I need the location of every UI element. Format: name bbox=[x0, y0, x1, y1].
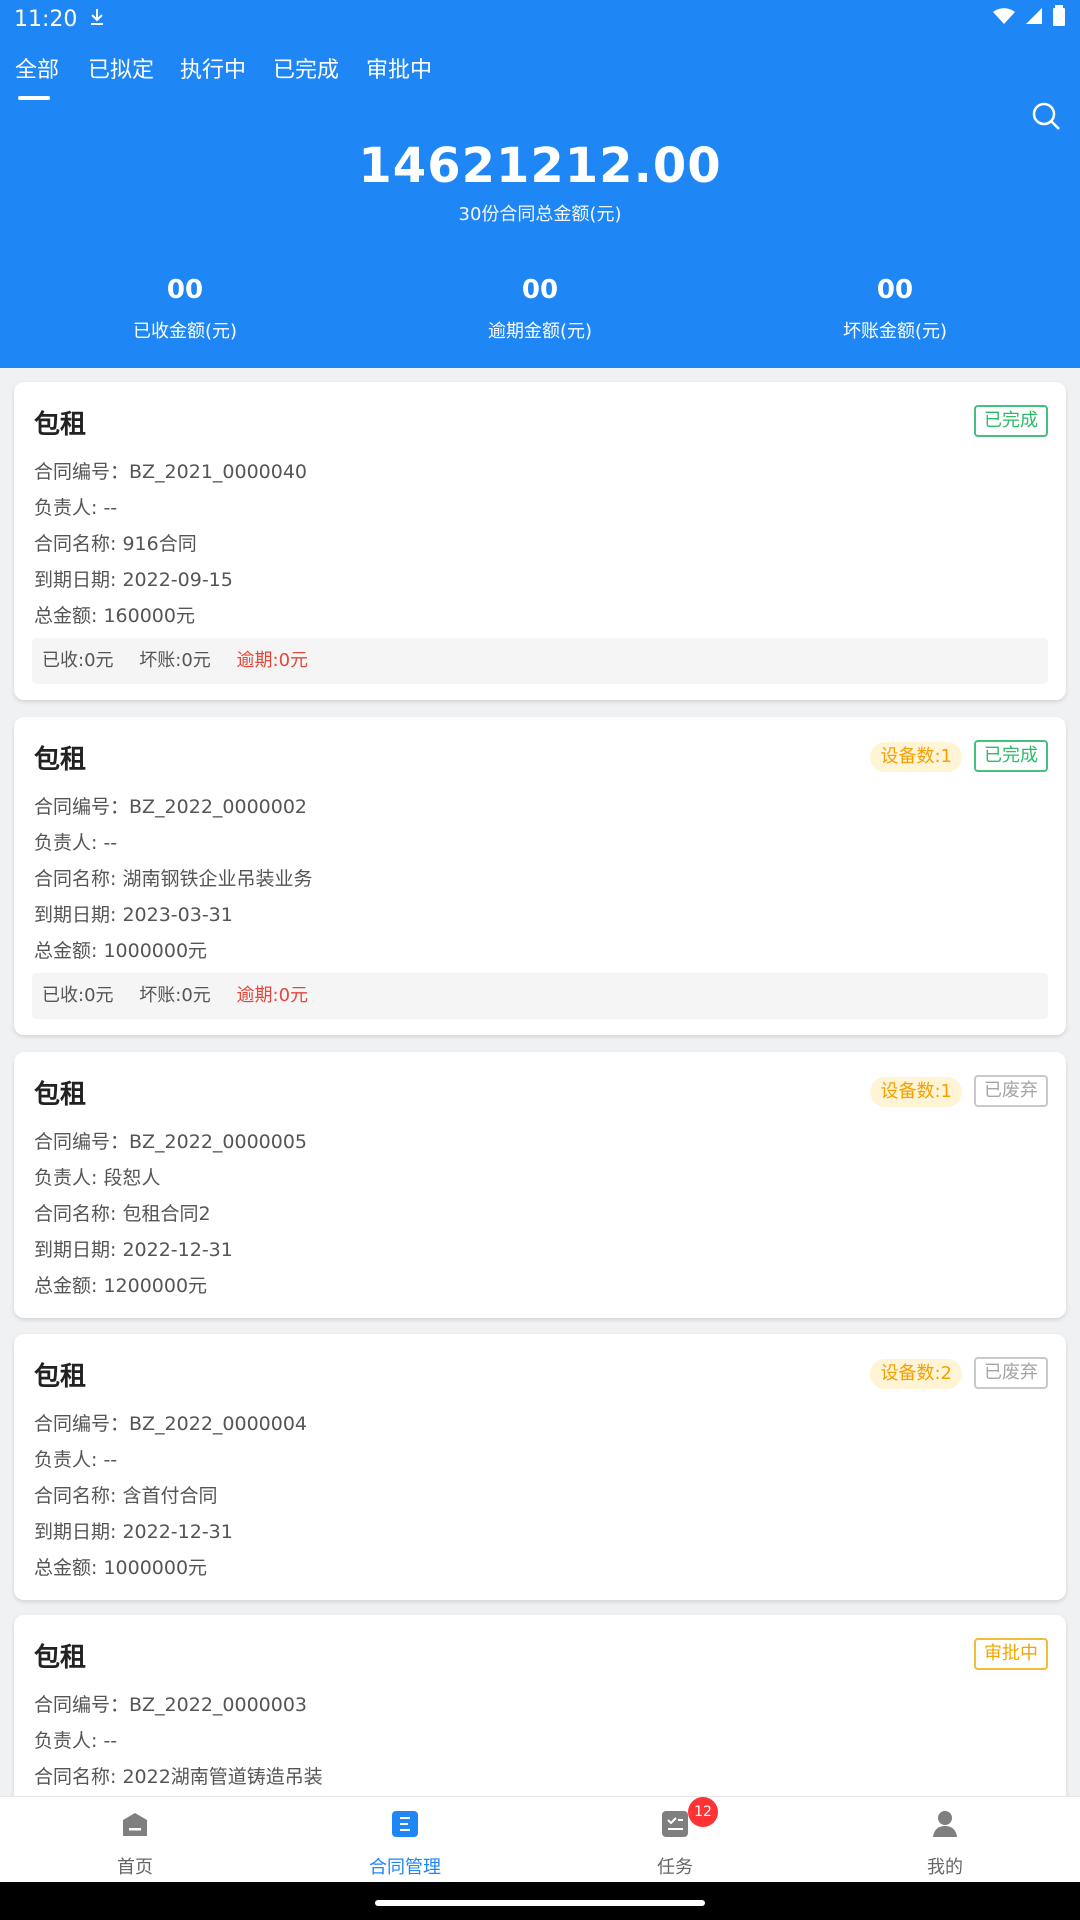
contract-number: 合同编号：BZ_2021_0000040 bbox=[34, 461, 308, 483]
search-button[interactable] bbox=[1030, 100, 1066, 136]
contract-icon bbox=[392, 1811, 418, 1837]
search-icon bbox=[1032, 102, 1060, 130]
tab-drafted[interactable]: 已拟定 bbox=[88, 52, 154, 84]
home-icon bbox=[123, 1813, 147, 1836]
nav-home[interactable]: 首页 bbox=[0, 1797, 270, 1883]
total-amount: 14621212.00 bbox=[358, 138, 722, 194]
total-caption: 30份合同总金额(元) bbox=[458, 204, 622, 225]
nav-profile[interactable]: 我的 bbox=[810, 1797, 1080, 1883]
metric-bad-debt-value: 00 bbox=[876, 275, 914, 305]
contract-title: 包租 bbox=[34, 1080, 87, 1110]
metric-received-value: 00 bbox=[166, 275, 204, 305]
contract-title: 包租 bbox=[34, 1362, 87, 1392]
contract-name: 合同名称: 含首付合同 bbox=[34, 1485, 218, 1507]
contract-card[interactable]: 包租 设备数:1 已废弃 合同编号：BZ_2022_0000005 负责人: 段… bbox=[14, 1052, 1066, 1318]
contract-card[interactable]: 包租 设备数:1 已完成 合同编号：BZ_2022_0000002 负责人: -… bbox=[14, 717, 1066, 1035]
nav-tasks[interactable]: 12 任务 bbox=[540, 1797, 810, 1883]
task-badge: 12 bbox=[688, 1797, 718, 1827]
download-icon bbox=[89, 7, 105, 32]
contract-name: 合同名称: 2022湖南管道铸造吊装 bbox=[34, 1766, 323, 1788]
nav-profile-label: 我的 bbox=[927, 1857, 963, 1878]
overdue-amount: 逾期:0元 bbox=[236, 650, 309, 671]
contract-number: 合同编号：BZ_2022_0000003 bbox=[34, 1694, 308, 1716]
nav-contract-management-label: 合同管理 bbox=[369, 1857, 441, 1878]
tab-approving[interactable]: 审批中 bbox=[366, 52, 432, 84]
contract-title: 包租 bbox=[34, 410, 87, 440]
contract-total: 总金额: 1000000元 bbox=[34, 1557, 208, 1579]
wifi-icon bbox=[992, 6, 1016, 32]
status-badge: 已完成 bbox=[974, 405, 1048, 437]
contract-card[interactable]: 包租 已完成 合同编号：BZ_2021_0000040 负责人: -- 合同名称… bbox=[14, 382, 1066, 700]
received-amount: 已收:0元 bbox=[42, 985, 114, 1006]
contract-title: 包租 bbox=[34, 1643, 87, 1673]
contract-total: 总金额: 1000000元 bbox=[34, 940, 208, 962]
received-amount: 已收:0元 bbox=[42, 650, 114, 671]
contract-title: 包租 bbox=[34, 745, 87, 775]
bottom-navigation: 首页 合同管理 12 任务 我的 bbox=[0, 1796, 1080, 1883]
contract-owner: 负责人: -- bbox=[34, 497, 118, 519]
status-badge: 已废弃 bbox=[974, 1075, 1048, 1107]
device-count-badge: 设备数:1 bbox=[870, 1077, 962, 1107]
contract-number: 合同编号：BZ_2022_0000005 bbox=[34, 1131, 308, 1153]
system-navigation-bar bbox=[0, 1882, 1080, 1920]
status-time: 11:20 bbox=[14, 6, 78, 32]
nav-contract-management[interactable]: 合同管理 bbox=[270, 1797, 540, 1883]
contract-due-date: 到期日期: 2022-09-15 bbox=[34, 569, 233, 591]
device-count-badge: 设备数:1 bbox=[870, 742, 962, 772]
payment-summary: 已收:0元 坏账:0元 逾期:0元 bbox=[32, 638, 1048, 684]
metric-bad-debt: 00 坏账金额(元) bbox=[745, 275, 1045, 343]
contract-list[interactable]: 包租 已完成 合同编号：BZ_2021_0000040 负责人: -- 合同名称… bbox=[0, 368, 1080, 1796]
contract-owner: 负责人: -- bbox=[34, 1730, 118, 1752]
battery-icon bbox=[1052, 5, 1066, 33]
status-bar: 11:20 bbox=[0, 0, 1080, 38]
status-badge: 审批中 bbox=[974, 1638, 1048, 1670]
contract-total: 总金额: 1200000元 bbox=[34, 1275, 208, 1297]
status-badge: 已废弃 bbox=[974, 1357, 1048, 1389]
metric-bad-debt-label: 坏账金额(元) bbox=[842, 321, 948, 342]
nav-tasks-label: 任务 bbox=[657, 1857, 693, 1878]
contract-due-date: 到期日期: 2022-12-31 bbox=[34, 1239, 233, 1261]
contract-owner: 负责人: 段恕人 bbox=[34, 1167, 161, 1189]
profile-icon bbox=[933, 1811, 957, 1837]
contract-total: 总金额: 160000元 bbox=[34, 605, 195, 627]
tab-completed[interactable]: 已完成 bbox=[273, 52, 339, 84]
task-icon bbox=[662, 1811, 688, 1837]
payment-summary: 已收:0元 坏账:0元 逾期:0元 bbox=[32, 973, 1048, 1019]
active-tab-indicator bbox=[18, 96, 50, 100]
status-badge: 已完成 bbox=[974, 740, 1048, 772]
metric-received-label: 已收金额(元) bbox=[132, 321, 238, 342]
contract-number: 合同编号：BZ_2022_0000004 bbox=[34, 1413, 308, 1435]
metric-overdue: 00 逾期金额(元) bbox=[390, 275, 690, 343]
device-count-badge: 设备数:2 bbox=[870, 1359, 962, 1389]
contract-due-date: 到期日期: 2023-03-31 bbox=[34, 904, 233, 926]
status-tabs: 全部 已拟定 执行中 已完成 审批中 bbox=[0, 48, 1080, 130]
contract-owner: 负责人: -- bbox=[34, 832, 118, 854]
contract-name: 合同名称: 916合同 bbox=[34, 533, 197, 555]
nav-home-label: 首页 bbox=[117, 1857, 153, 1878]
contract-number: 合同编号：BZ_2022_0000002 bbox=[34, 796, 308, 818]
contract-card[interactable]: 包租 设备数:2 已废弃 合同编号：BZ_2022_0000004 负责人: -… bbox=[14, 1334, 1066, 1600]
bad-debt-amount: 坏账:0元 bbox=[139, 985, 211, 1006]
contract-due-date: 到期日期: 2022-12-31 bbox=[34, 1521, 233, 1543]
metric-received: 00 已收金额(元) bbox=[35, 275, 335, 343]
signal-icon bbox=[1024, 6, 1044, 32]
tab-executing[interactable]: 执行中 bbox=[180, 52, 246, 84]
contract-owner: 负责人: -- bbox=[34, 1449, 118, 1471]
metric-overdue-value: 00 bbox=[521, 275, 559, 305]
contract-card[interactable]: 包租 审批中 合同编号：BZ_2022_0000003 负责人: -- 合同名称… bbox=[14, 1615, 1066, 1796]
bad-debt-amount: 坏账:0元 bbox=[139, 650, 211, 671]
overdue-amount: 逾期:0元 bbox=[236, 985, 309, 1006]
home-indicator[interactable] bbox=[375, 1900, 705, 1906]
contract-name: 合同名称: 湖南钢铁企业吊装业务 bbox=[34, 868, 313, 890]
contract-name: 合同名称: 包租合同2 bbox=[34, 1203, 211, 1225]
tab-all[interactable]: 全部 bbox=[15, 52, 59, 84]
header: 11:20 全部 已拟定 执行中 已完成 审批中 14621212.00 30份… bbox=[0, 0, 1080, 368]
metric-overdue-label: 逾期金额(元) bbox=[487, 321, 593, 342]
